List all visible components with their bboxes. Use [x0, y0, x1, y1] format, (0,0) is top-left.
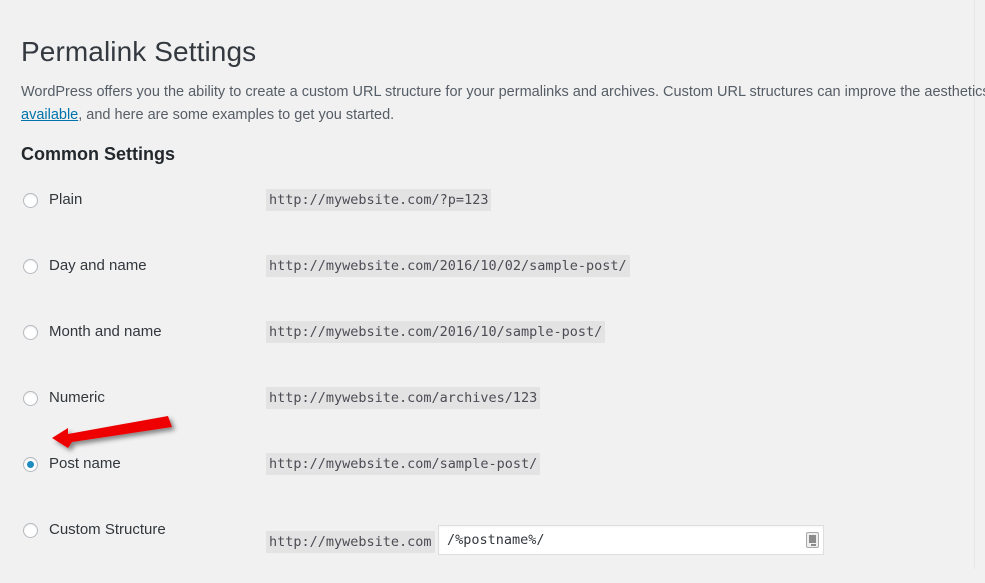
option-row-month-and-name[interactable]: Month and name http://mywebsite.com/2016… [0, 319, 975, 385]
permalink-options-list: Plain http://mywebsite.com/?p=123 Day an… [0, 187, 975, 583]
option-url-day-and-name: http://mywebsite.com/2016/10/02/sample-p… [266, 255, 630, 277]
option-row-plain[interactable]: Plain http://mywebsite.com/?p=123 [0, 187, 975, 253]
numeric-radio[interactable] [23, 391, 38, 406]
option-row-day-and-name[interactable]: Day and name http://mywebsite.com/2016/1… [0, 253, 975, 319]
option-label-plain: Plain [49, 191, 83, 208]
option-label-month-and-name: Month and name [49, 323, 162, 340]
intro-text-before-link: WordPress offers you the ability to crea… [21, 83, 985, 100]
page-title: Permalink Settings [21, 35, 257, 67]
day-and-name-radio[interactable] [23, 259, 38, 274]
month-and-name-radio[interactable] [23, 325, 38, 340]
post-name-radio[interactable] [23, 457, 38, 472]
intro-paragraph: WordPress offers you the ability to crea… [21, 81, 985, 127]
form-fill-icon[interactable] [806, 532, 819, 548]
option-label-custom-structure: Custom Structure [49, 521, 166, 538]
option-label-day-and-name: Day and name [49, 257, 147, 274]
option-label-numeric: Numeric [49, 389, 105, 406]
option-row-post-name[interactable]: Post name http://mywebsite.com/sample-po… [0, 451, 975, 517]
custom-structure-radio[interactable] [23, 523, 38, 538]
option-url-plain: http://mywebsite.com/?p=123 [266, 189, 492, 211]
intro-text-after-link: , and here are some examples to get you … [78, 106, 395, 123]
option-url-numeric: http://mywebsite.com/archives/123 [266, 387, 541, 409]
option-label-post-name: Post name [49, 455, 121, 472]
permalink-settings-page: Permalink Settings WordPress offers you … [0, 0, 985, 569]
option-row-custom-structure[interactable]: Custom Structure http://mywebsite.com [0, 517, 975, 583]
plain-radio[interactable] [23, 193, 38, 208]
option-url-post-name: http://mywebsite.com/sample-post/ [266, 453, 541, 475]
custom-structure-input[interactable] [438, 525, 824, 555]
option-row-numeric[interactable]: Numeric http://mywebsite.com/archives/12… [0, 385, 975, 451]
common-settings-heading: Common Settings [21, 143, 176, 164]
custom-structure-prefix: http://mywebsite.com [266, 531, 435, 553]
custom-structure-input-wrap [438, 525, 824, 555]
option-url-month-and-name: http://mywebsite.com/2016/10/sample-post… [266, 321, 606, 343]
